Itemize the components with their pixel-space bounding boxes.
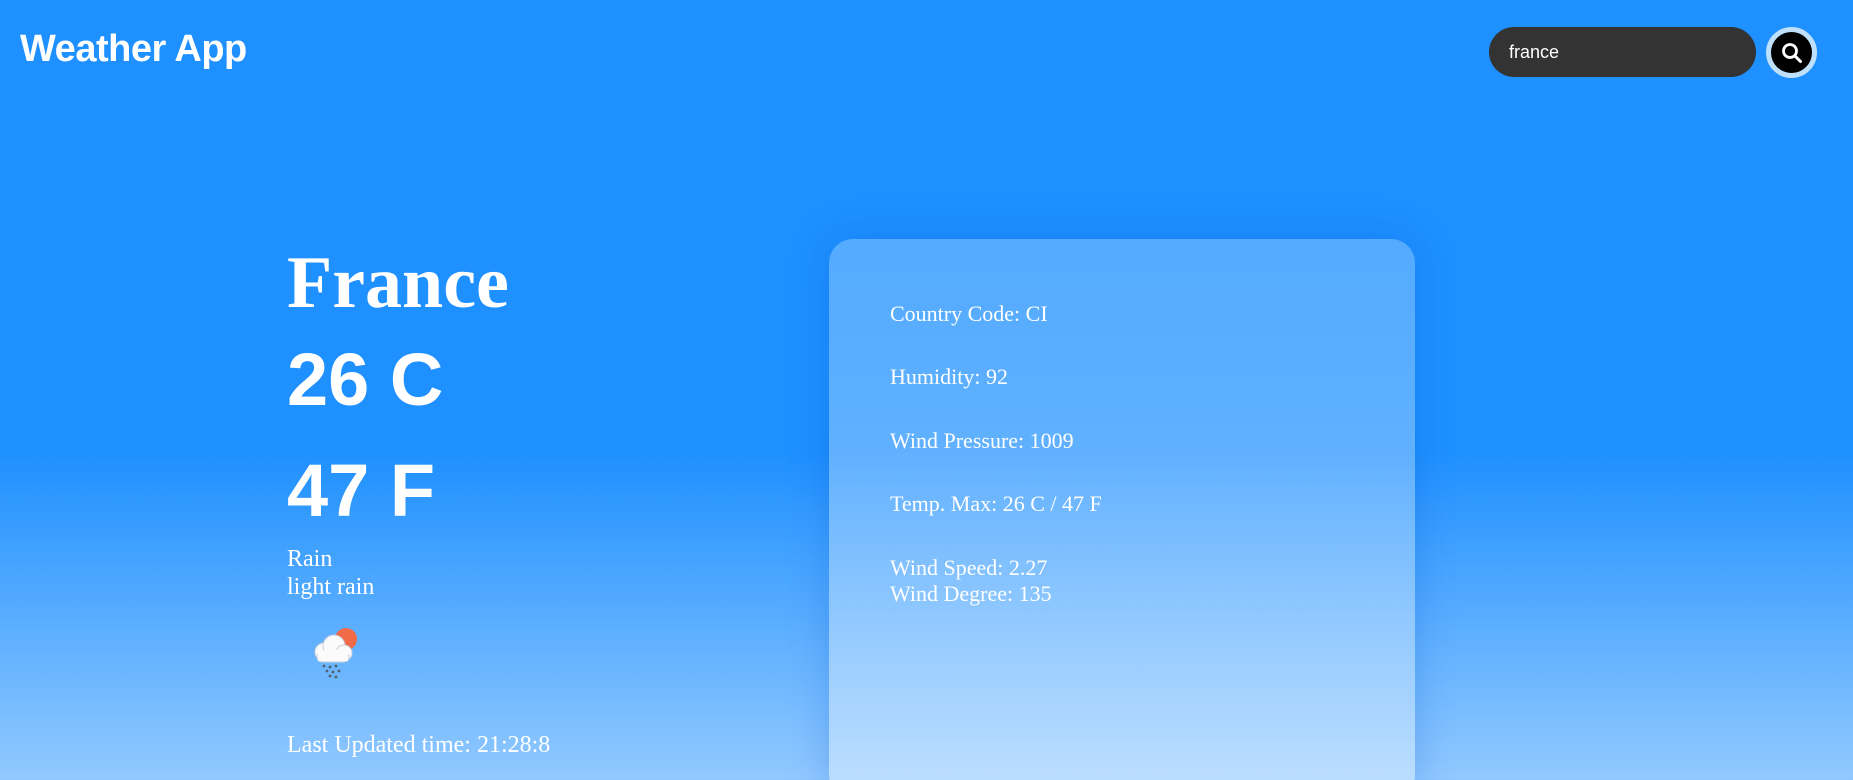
temp-max: Temp. Max: 26 C / 47 F xyxy=(890,491,1102,516)
last-updated-time: Last Updated time: 21:28:8 xyxy=(287,732,551,758)
weather-condition: Rain xyxy=(287,546,333,572)
wind-speed: Wind Speed: 2.27 xyxy=(890,555,1048,580)
weather-details-card: Country Code: CI Humidity: 92 Wind Press… xyxy=(829,239,1415,780)
humidity: Humidity: 92 xyxy=(890,364,1008,389)
weather-description: light rain xyxy=(287,574,375,600)
city-name: France xyxy=(287,242,509,324)
rain-cloud-sun-icon xyxy=(314,628,357,679)
wind-pressure: Wind Pressure: 1009 xyxy=(890,428,1074,453)
app-title: Weather App xyxy=(20,28,247,70)
search-button[interactable] xyxy=(1766,27,1817,78)
country-code: Country Code: CI xyxy=(890,301,1048,326)
temperature-fahrenheit: 47 F xyxy=(287,449,436,532)
search-input[interactable] xyxy=(1489,27,1756,77)
search-icon xyxy=(1781,42,1802,63)
wind-degree: Wind Degree: 135 xyxy=(890,581,1052,606)
temperature-celsius: 26 C xyxy=(287,338,444,421)
